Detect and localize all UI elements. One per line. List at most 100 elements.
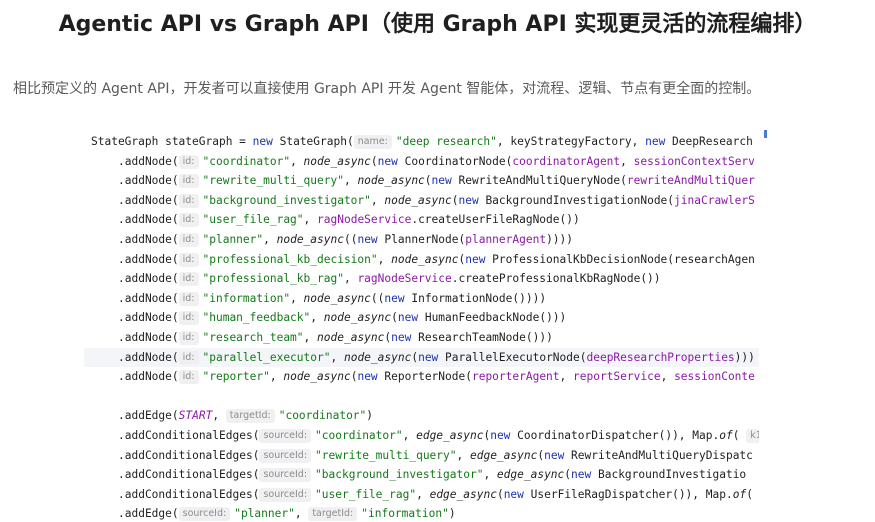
code-token: "background_investigator" <box>315 468 484 482</box>
code-line: .addEdge(START, targetId: "coordinator") <box>84 406 759 426</box>
code-token: , <box>416 487 430 501</box>
code-token: PlannerNode( <box>377 233 466 246</box>
code-token: deepResearchProperties <box>586 350 735 364</box>
parameter-hint: id: <box>178 311 199 326</box>
code-token: ( <box>370 154 378 168</box>
code-token: (( <box>370 291 385 305</box>
code-token: sessionContextServ <box>633 154 755 168</box>
code-token: new <box>357 233 378 246</box>
parameter-hint: sourceId: <box>259 468 312 483</box>
code-token: coordinatorAgent <box>512 154 621 168</box>
code-line: .addNode(id: "coordinator", node_async(ne… <box>84 152 759 172</box>
parameter-hint: id: <box>178 331 199 345</box>
code-token: plannerAgent <box>465 233 547 246</box>
code-token: , <box>294 507 309 521</box>
code-token: , <box>660 370 675 384</box>
code-token: .createUserFileRagNode()) <box>411 213 580 227</box>
code-token: , keyStrategyFactory, <box>496 135 646 148</box>
code-token: node_async <box>283 370 351 384</box>
code-line: .addConditionalEdges(sourceId: "coordinat… <box>84 426 759 446</box>
code-token: , <box>402 429 417 442</box>
code-token: , <box>303 213 318 227</box>
code-token: .addConditionalEdges( <box>118 468 260 482</box>
code-token: node_async <box>303 154 371 168</box>
code-line: .addNode(id: "professional_kb_decision", … <box>84 250 759 270</box>
parameter-hint: sourceId: <box>259 429 312 443</box>
code-token: .addNode( <box>118 233 179 246</box>
parameter-hint: sourceId: <box>178 507 231 522</box>
code-token: node_async <box>357 174 425 188</box>
code-token: .addNode( <box>118 331 179 344</box>
code-token: START <box>178 409 213 423</box>
code-token: "professional_kb_rag" <box>202 272 344 286</box>
code-token: .addNode( <box>118 350 179 364</box>
code-token: "parallel_executor" <box>202 350 331 364</box>
code-line: .addNode(id: "human_feedback", node_async… <box>84 308 759 328</box>
parameter-hint: id: <box>178 252 199 267</box>
code-token: StateGraph stateGraph = <box>91 135 253 148</box>
code-line: StateGraph stateGraph = new StateGraph(n… <box>84 132 759 152</box>
code-token: CoordinatorNode( <box>397 154 513 168</box>
code-token: new <box>384 291 405 305</box>
code-token: ReporterNode( <box>377 370 472 384</box>
code-token: node_async <box>303 291 371 305</box>
code-token: .addNode( <box>118 311 179 325</box>
parameter-hint: id: <box>178 233 199 247</box>
page-subtitle: 相比预定义的 Agent API，开发者可以直接使用 Graph API 开发 … <box>13 81 761 97</box>
code-token: , <box>483 468 497 482</box>
code-token: , <box>456 448 470 462</box>
code-token: "research_team" <box>202 331 304 344</box>
code-token: new <box>544 448 565 462</box>
code-token: node_async <box>317 331 385 344</box>
code-token: of <box>719 429 733 442</box>
code-token: ( <box>391 311 398 325</box>
code-token: .addNode( <box>118 174 179 188</box>
code-token: "human_feedback" <box>202 311 311 325</box>
code-line-highlighted: .addNode(id: "parallel_executor", node_as… <box>84 347 759 368</box>
code-token: ) <box>448 507 456 521</box>
code-token: new <box>571 468 592 482</box>
code-token: new <box>418 350 439 364</box>
code-token: node_async <box>343 350 412 364</box>
code-token: , <box>370 193 385 207</box>
code-line: .addNode(id: "research_team", node_async(… <box>84 328 759 348</box>
code-token: , <box>343 272 358 286</box>
code-token: "planner" <box>202 233 264 246</box>
code-token: new <box>503 487 524 501</box>
code-token: .addNode( <box>118 193 179 207</box>
code-token: new <box>431 174 452 188</box>
parameter-hint: name: <box>353 135 392 149</box>
code-token: , <box>269 370 284 384</box>
code-token: node_async <box>276 233 344 246</box>
editor-scroll-marker <box>764 130 767 138</box>
parameter-hint: id: <box>178 370 199 385</box>
code-token: "coordinator" <box>315 429 403 442</box>
code-token: .addEdge( <box>118 507 179 521</box>
code-line: .addConditionalEdges(sourceId: "user_file… <box>84 485 759 505</box>
code-token: .addConditionalEdges( <box>118 448 260 462</box>
code-token: sessionConte <box>674 370 755 384</box>
code-token: edge_async <box>469 448 538 462</box>
code-token: , <box>343 174 358 188</box>
code-token: BackgroundInvestigatio <box>591 468 747 482</box>
parameter-hint: id: <box>178 213 199 228</box>
code-token: , <box>310 311 324 325</box>
code-token: edge_async <box>416 429 484 442</box>
code-token: RewriteAndMultiQueryNode( <box>451 174 627 188</box>
code-token: "coordinator" <box>202 154 291 168</box>
code-line: .addEdge(sourceId: "planner", targetId: "i… <box>84 504 759 522</box>
code-token: "coordinator" <box>278 409 367 423</box>
code-token: )))) <box>546 233 574 246</box>
code-token: , <box>330 350 344 364</box>
code-token: edge_async <box>429 487 497 501</box>
code-token: UserFileRagDispatcher()), Map. <box>523 487 733 501</box>
parameter-hint: id: <box>178 193 199 208</box>
code-token: .addNode( <box>118 370 179 384</box>
code-token: .addNode( <box>118 213 179 227</box>
code-line: .addNode(id: "user_file_rag", ragNodeServ… <box>84 210 759 230</box>
code-token: rewriteAndMultiQuer <box>626 174 755 188</box>
code-token: , <box>620 154 634 168</box>
parameter-hint: sourceId: <box>259 487 312 502</box>
code-line: .addNode(id: "planner", node_async((new P… <box>84 230 759 250</box>
code-token: jinaCrawlerS <box>674 193 755 207</box>
